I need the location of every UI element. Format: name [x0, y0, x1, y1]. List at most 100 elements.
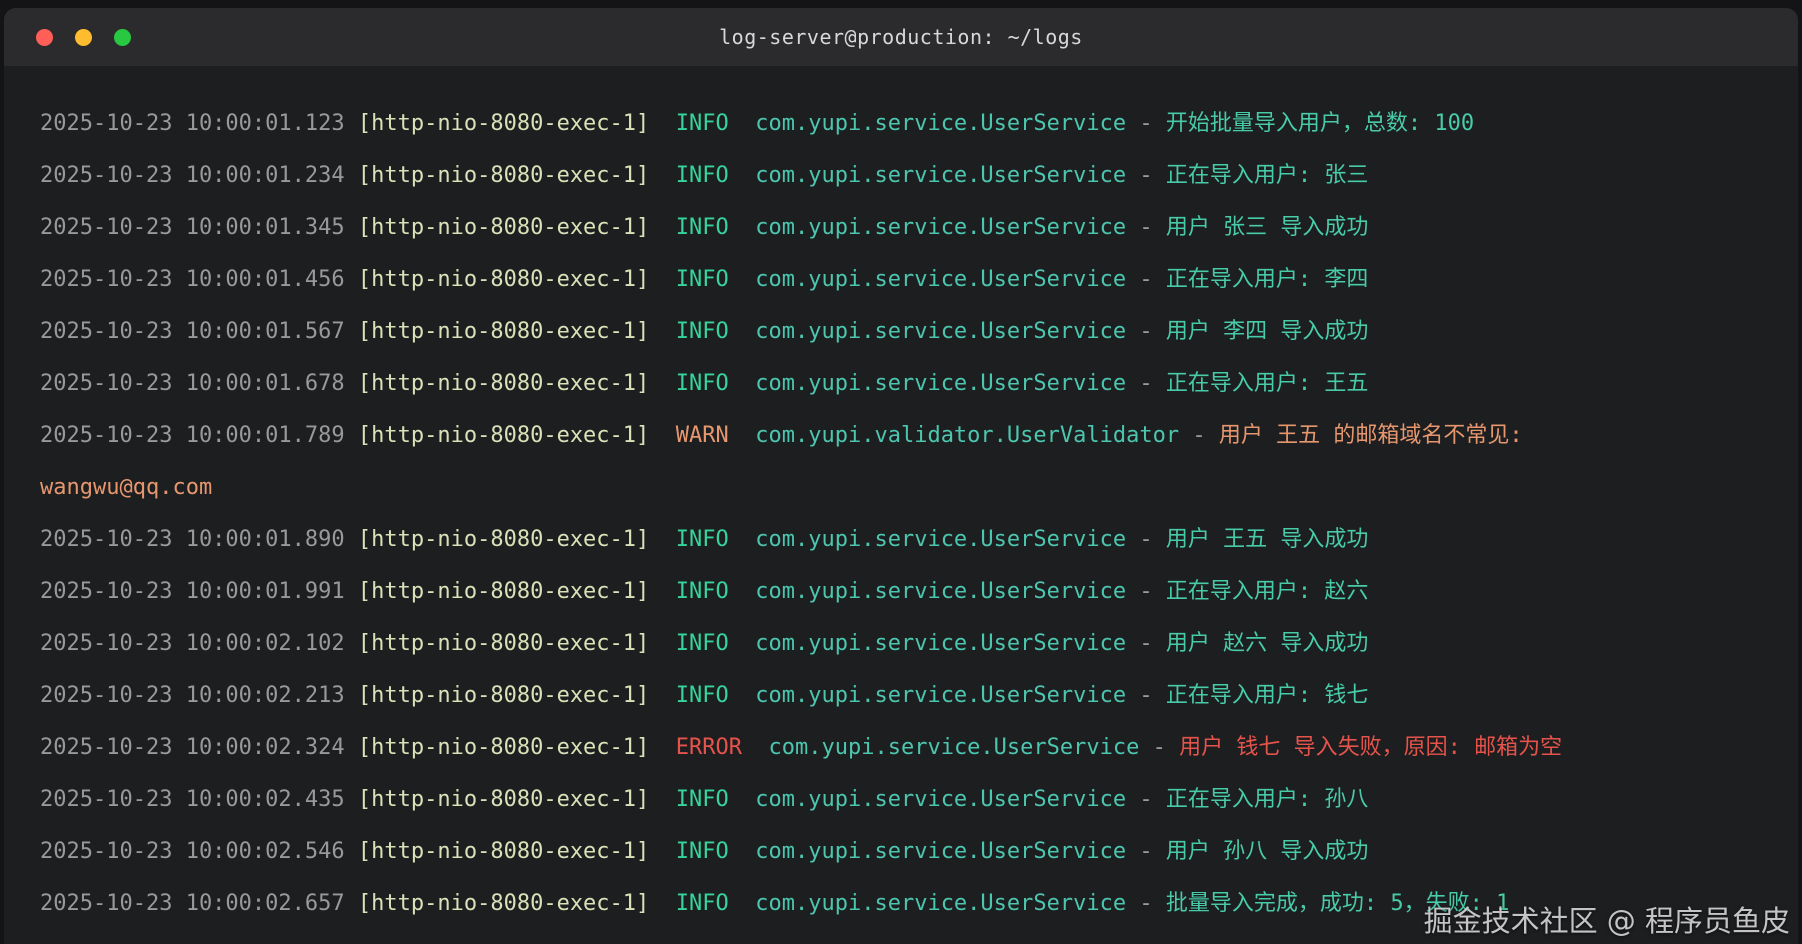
log-segment-thread: [http-nio-8080-exec-1] — [357, 527, 676, 552]
log-segment-dim: - — [1179, 423, 1219, 448]
log-segment-teal: 开始批量导入用户，总数: 100 — [1165, 111, 1475, 136]
log-segment-error: 用户 钱七 导入失败，原因: 邮箱为空 — [1179, 735, 1563, 760]
log-row: 2025-10-23 10:00:01.567 [http-nio-8080-e… — [40, 306, 1768, 358]
log-row: 2025-10-23 10:00:01.890 [http-nio-8080-e… — [40, 514, 1768, 566]
log-segment-thread: [http-nio-8080-exec-1] — [357, 163, 676, 188]
log-row: wangwu@qq.com — [40, 462, 1768, 514]
log-segment-info: INFO — [675, 891, 729, 916]
log-segment-thread: [http-nio-8080-exec-1] — [357, 735, 676, 760]
terminal-output[interactable]: 2025-10-23 10:00:01.123 [http-nio-8080-e… — [4, 66, 1798, 944]
log-segment-teal: 正在导入用户: 李四 — [1165, 267, 1369, 292]
log-segment-dim: - — [1126, 787, 1166, 812]
log-segment-thread: [http-nio-8080-exec-1] — [357, 371, 676, 396]
log-segment-logger: com.yupi.service.UserService — [728, 891, 1127, 916]
log-segment-ts: 2025-10-23 10:00:01.678 — [40, 371, 358, 396]
log-segment-ts: 2025-10-23 10:00:01.567 — [40, 319, 358, 344]
log-segment-info: INFO — [675, 111, 729, 136]
log-segment-logger: com.yupi.service.UserService — [728, 527, 1127, 552]
terminal-window: log-server@production: ~/logs 2025-10-23… — [4, 8, 1798, 944]
log-segment-dim: - — [1126, 111, 1166, 136]
log-segment-info: INFO — [675, 319, 729, 344]
log-segment-logger: com.yupi.service.UserService — [728, 839, 1127, 864]
minimize-button[interactable] — [75, 28, 92, 46]
log-segment-ts: 2025-10-23 10:00:02.435 — [40, 787, 358, 812]
log-segment-ts: 2025-10-23 10:00:01.234 — [40, 163, 358, 188]
log-segment-thread: [http-nio-8080-exec-1] — [357, 111, 676, 136]
title-bar: log-server@production: ~/logs — [4, 8, 1798, 66]
log-segment-teal: 用户 王五 导入成功 — [1165, 527, 1369, 552]
log-segment-warn: WARN — [675, 423, 729, 448]
log-segment-teal: 正在导入用户: 张三 — [1165, 163, 1369, 188]
log-segment-info: INFO — [675, 215, 729, 240]
log-segment-ts: 2025-10-23 10:00:02.657 — [40, 891, 358, 916]
log-row: 2025-10-23 10:00:01.991 [http-nio-8080-e… — [40, 566, 1768, 618]
log-row: 2025-10-23 10:00:01.123 [http-nio-8080-e… — [40, 98, 1768, 150]
log-segment-info: INFO — [675, 631, 729, 656]
log-segment-thread: [http-nio-8080-exec-1] — [357, 839, 676, 864]
log-segment-info: INFO — [675, 839, 729, 864]
log-segment-info: INFO — [675, 267, 729, 292]
log-segment-teal: 用户 赵六 导入成功 — [1165, 631, 1369, 656]
log-row: 2025-10-23 10:00:02.435 [http-nio-8080-e… — [40, 774, 1768, 826]
log-row: 2025-10-23 10:00:01.345 [http-nio-8080-e… — [40, 202, 1768, 254]
log-segment-info: INFO — [675, 371, 729, 396]
log-segment-ts: 2025-10-23 10:00:02.324 — [40, 735, 358, 760]
log-segment-logger: com.yupi.service.UserService — [728, 579, 1127, 604]
log-segment-dim: - — [1126, 371, 1166, 396]
log-segment-logger: com.yupi.validator.UserValidator — [728, 423, 1180, 448]
log-segment-logger: com.yupi.service.UserService — [728, 215, 1127, 240]
log-segment-thread: [http-nio-8080-exec-1] — [357, 631, 676, 656]
log-segment-teal: 用户 孙八 导入成功 — [1165, 839, 1369, 864]
log-row: 2025-10-23 10:00:01.456 [http-nio-8080-e… — [40, 254, 1768, 306]
log-segment-teal: 正在导入用户: 王五 — [1165, 371, 1369, 396]
log-segment-warn: 用户 王五 的邮箱域名不常见: — [1218, 423, 1523, 448]
log-segment-info: INFO — [675, 163, 729, 188]
log-segment-ts: 2025-10-23 10:00:01.789 — [40, 423, 358, 448]
log-segment-thread: [http-nio-8080-exec-1] — [357, 215, 676, 240]
log-segment-teal: 用户 李四 导入成功 — [1165, 319, 1369, 344]
log-segment-dim: - — [1126, 527, 1166, 552]
log-segment-logger: com.yupi.service.UserService — [728, 111, 1127, 136]
traffic-lights — [36, 8, 131, 66]
log-row: 2025-10-23 10:00:01.234 [http-nio-8080-e… — [40, 150, 1768, 202]
log-row: 2025-10-23 10:00:02.102 [http-nio-8080-e… — [40, 618, 1768, 670]
log-segment-warn: wangwu@qq.com — [40, 475, 213, 500]
log-row: 2025-10-23 10:00:02.324 [http-nio-8080-e… — [40, 722, 1768, 774]
log-segment-dim: - — [1126, 163, 1166, 188]
log-segment-ts: 2025-10-23 10:00:01.456 — [40, 267, 358, 292]
zoom-button[interactable] — [114, 28, 131, 46]
log-segment-dim: - — [1126, 631, 1166, 656]
log-segment-dim: - — [1126, 683, 1166, 708]
log-segment-thread: [http-nio-8080-exec-1] — [357, 319, 676, 344]
log-segment-logger: com.yupi.service.UserService — [728, 683, 1127, 708]
log-segment-teal: 批量导入完成，成功: 5，失败: 1 — [1165, 891, 1510, 916]
log-segment-info: INFO — [675, 579, 729, 604]
log-segment-ts: 2025-10-23 10:00:01.991 — [40, 579, 358, 604]
close-button[interactable] — [36, 28, 53, 46]
log-segment-logger: com.yupi.service.UserService — [728, 787, 1127, 812]
log-segment-logger: com.yupi.service.UserService — [728, 267, 1127, 292]
log-segment-thread: [http-nio-8080-exec-1] — [357, 683, 676, 708]
log-segment-dim: - — [1126, 891, 1166, 916]
log-segment-info: INFO — [675, 683, 729, 708]
log-segment-logger: com.yupi.service.UserService — [728, 631, 1127, 656]
log-row: 2025-10-23 10:00:02.213 [http-nio-8080-e… — [40, 670, 1768, 722]
log-row: 2025-10-23 10:00:01.678 [http-nio-8080-e… — [40, 358, 1768, 410]
log-segment-thread: [http-nio-8080-exec-1] — [357, 423, 676, 448]
log-segment-thread: [http-nio-8080-exec-1] — [357, 891, 676, 916]
log-segment-thread: [http-nio-8080-exec-1] — [357, 579, 676, 604]
log-segment-thread: [http-nio-8080-exec-1] — [357, 267, 676, 292]
log-segment-teal: 正在导入用户: 赵六 — [1165, 579, 1369, 604]
log-segment-ts: 2025-10-23 10:00:01.890 — [40, 527, 358, 552]
log-segment-info: INFO — [675, 787, 729, 812]
log-segment-error: ERROR — [675, 735, 743, 760]
log-segment-dim: - — [1126, 267, 1166, 292]
window-title: log-server@production: ~/logs — [719, 25, 1083, 49]
log-segment-teal: 正在导入用户: 孙八 — [1165, 787, 1369, 812]
log-segment-teal: 正在导入用户: 钱七 — [1165, 683, 1369, 708]
log-segment-dim: - — [1126, 839, 1166, 864]
log-segment-dim: - — [1139, 735, 1180, 760]
screenshot-root: log-server@production: ~/logs 2025-10-23… — [0, 0, 1802, 944]
log-segment-logger: com.yupi.service.UserService — [742, 735, 1140, 760]
log-segment-ts: 2025-10-23 10:00:01.345 — [40, 215, 358, 240]
